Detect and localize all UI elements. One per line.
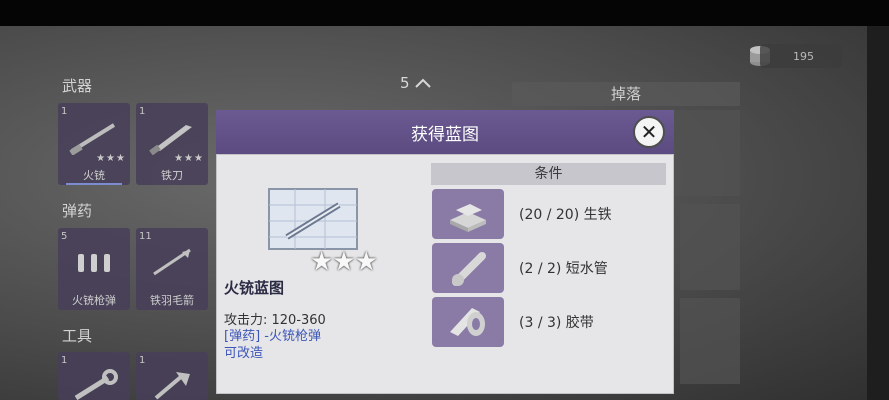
modal-title: 获得蓝图 xyxy=(411,124,479,145)
drops-header: 掉落 xyxy=(512,82,740,106)
right-edge-panel xyxy=(867,26,889,400)
wrench-icon xyxy=(74,369,118,400)
arrow-icon xyxy=(153,248,191,276)
slot-count: 1 xyxy=(61,106,68,117)
modifiable-label: 可改造 xyxy=(224,346,264,361)
condition-icon-box xyxy=(432,189,504,239)
drops-slot xyxy=(680,298,740,384)
currency-counter: 195 xyxy=(760,44,842,68)
slot-count: 1 xyxy=(139,355,146,366)
slot-name: 铁羽毛箭 xyxy=(150,294,194,307)
inventory-slot-iron-arrows[interactable]: 11 铁羽毛箭 xyxy=(136,228,208,310)
equipped-indicator xyxy=(66,183,122,185)
weapons-label: 武器 xyxy=(62,77,93,95)
modal-header: 获得蓝图 xyxy=(216,110,674,154)
currency-amount: 195 xyxy=(793,49,814,63)
tape-icon xyxy=(450,308,485,336)
inventory-slot-musket[interactable]: 1 ★★★ 火铳 xyxy=(58,103,130,185)
inventory-slot-iron-knife[interactable]: 1 ★★★ 铁刀 xyxy=(136,103,208,185)
close-button[interactable]: ✕ xyxy=(633,116,665,148)
inventory-slot-tool-2[interactable]: 1 xyxy=(136,352,208,400)
inventory-slot-musket-ammo[interactable]: 5 火铳枪弹 xyxy=(58,228,130,310)
slot-stars: ★★★ xyxy=(96,153,126,164)
inventory-slot-tool-1[interactable]: 1 xyxy=(58,352,130,400)
ammo-label: 弹药 xyxy=(62,202,93,220)
pipe-icon xyxy=(452,252,486,286)
blueprint-icon xyxy=(268,188,358,250)
slot-name: 火铳 xyxy=(83,169,105,182)
knife-icon xyxy=(149,125,192,155)
bullets-icon xyxy=(78,254,110,272)
top-status-bar xyxy=(0,0,889,26)
slot-count: 11 xyxy=(139,231,152,242)
close-icon: ✕ xyxy=(640,120,658,144)
slot-name: 火铳枪弹 xyxy=(72,294,116,307)
blueprint-name: 火铳蓝图 xyxy=(224,279,285,297)
conditions-header: 条件 xyxy=(431,163,666,185)
slot-name: 铁刀 xyxy=(161,169,183,182)
weapons-count-toggle[interactable]: 5 xyxy=(400,74,432,92)
musket-icon xyxy=(69,123,116,155)
tools-label: 工具 xyxy=(62,327,93,345)
condition-text: (3 / 3) 胶带 xyxy=(519,315,594,331)
slot-count: 1 xyxy=(139,106,146,117)
weapons-count: 5 xyxy=(400,74,410,92)
drops-slot xyxy=(680,204,740,290)
iron-ingot-icon xyxy=(450,204,486,232)
blueprint-stars: ★★★ xyxy=(310,247,378,277)
condition-text: (2 / 2) 短水管 xyxy=(519,261,608,277)
condition-icon-box xyxy=(432,297,504,347)
slot-stars: ★★★ xyxy=(174,153,204,164)
condition-text: (20 / 20) 生铁 xyxy=(519,207,612,223)
axe-icon xyxy=(154,372,190,400)
slot-count: 5 xyxy=(61,231,68,242)
slot-count: 1 xyxy=(61,355,68,366)
chevron-up-icon xyxy=(414,78,431,88)
condition-icon-box xyxy=(432,243,504,293)
